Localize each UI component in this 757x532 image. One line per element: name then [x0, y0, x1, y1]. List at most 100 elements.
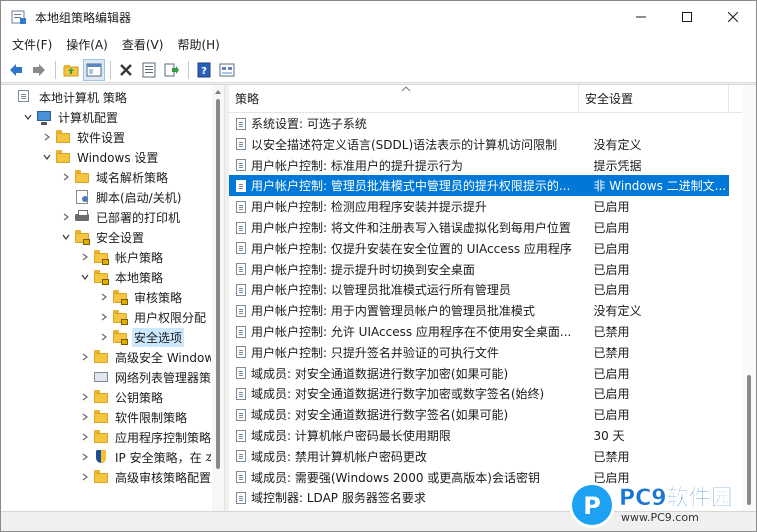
- policy-row[interactable]: 系统设置: 可选子系统: [229, 113, 729, 134]
- policy-setting: 已禁用: [593, 345, 630, 360]
- tree-item[interactable]: 域名解析策略: [1, 167, 211, 187]
- policy-row[interactable]: 用户帐户控制: 管理员批准模式中管理员的提升权限提示的... 非 Windows …: [229, 175, 729, 197]
- menu-file[interactable]: 文件(F): [5, 34, 59, 56]
- policy-row[interactable]: 以安全描述符定义语言(SDDL)语法表示的计算机访问限制 没有定义: [229, 134, 729, 155]
- menu-help[interactable]: 帮助(H): [170, 34, 226, 56]
- maximize-button[interactable]: [664, 1, 710, 33]
- chevron-right-icon[interactable]: [41, 131, 53, 143]
- chevron-right-icon[interactable]: [79, 351, 91, 363]
- chevron-down-icon[interactable]: [60, 231, 72, 243]
- policy-item-icon: [235, 449, 248, 463]
- tree-scroll-thumb[interactable]: [216, 99, 220, 469]
- policy-setting: 已禁用: [593, 325, 630, 339]
- view-button[interactable]: [216, 59, 238, 81]
- tree-item[interactable]: 脚本(启动/关机): [1, 187, 211, 207]
- folder-icon: [93, 429, 109, 445]
- menu-view[interactable]: 查看(V): [115, 34, 171, 56]
- tree-item[interactable]: 用户权限分配: [1, 307, 211, 327]
- policy-name: 以安全描述符定义语言(SDDL)语法表示的计算机访问限制: [251, 137, 558, 152]
- tree-item[interactable]: 安全设置: [1, 227, 211, 247]
- forward-button[interactable]: [28, 59, 50, 81]
- policy-row[interactable]: 用户帐户控制: 将文件和注册表写入错误虚拟化到每用户位置 已启用: [229, 217, 729, 238]
- column-header-setting[interactable]: 安全设置: [579, 85, 729, 112]
- policy-row[interactable]: 用户帐户控制: 只提升签名并验证的可执行文件 已禁用: [229, 342, 729, 363]
- maximize-icon: [682, 12, 692, 22]
- tree-item[interactable]: 帐户策略: [1, 247, 211, 267]
- policy-setting: 已启用: [593, 221, 630, 235]
- tree-item[interactable]: 高级安全 Window: [1, 347, 211, 367]
- policy-item-icon: [235, 137, 248, 151]
- tree-item[interactable]: 高级审核策略配置: [1, 467, 211, 487]
- chevron-right-icon[interactable]: [98, 331, 110, 343]
- chevron-right-icon[interactable]: [79, 471, 91, 483]
- help-button[interactable]: ?: [193, 59, 215, 81]
- tree-item[interactable]: Windows 设置: [1, 147, 211, 167]
- properties-button[interactable]: [138, 59, 160, 81]
- chevron-right-icon[interactable]: [60, 171, 72, 183]
- policy-setting: 没有定义: [593, 137, 642, 152]
- chevron-right-icon[interactable]: [79, 391, 91, 403]
- ip-security-icon: [93, 449, 109, 465]
- policy-name: 用户帐户控制: 允许 UIAccess 应用程序在不使用安全桌面...: [251, 325, 572, 339]
- show-tree-button[interactable]: [83, 58, 105, 81]
- policy-row[interactable]: 用户帐户控制: 检测应用程序安装并提示提升 已启用: [229, 196, 729, 217]
- tree-item[interactable]: 软件设置: [1, 127, 211, 147]
- delete-button[interactable]: [115, 59, 137, 81]
- chevron-right-icon[interactable]: [98, 311, 110, 323]
- policy-row[interactable]: 用户帐户控制: 仅提升安装在安全位置的 UIAccess 应用程序 已启用: [229, 238, 729, 259]
- policy-row[interactable]: 用户帐户控制: 提示提升时切换到安全桌面 已启用: [229, 259, 729, 280]
- menu-action[interactable]: 操作(A): [59, 34, 115, 56]
- chevron-right-icon[interactable]: [98, 291, 110, 303]
- tree-item-label: 帐户策略: [115, 250, 164, 265]
- tree-item[interactable]: 应用程序控制策略: [1, 427, 211, 447]
- tree-item[interactable]: 安全选项: [1, 327, 211, 347]
- tree-item[interactable]: IP 安全策略，在 本: [1, 447, 211, 467]
- list-scrollbar[interactable]: [742, 85, 756, 512]
- policy-row[interactable]: 域成员: 对安全通道数据进行数字加密(如果可能) 已启用: [229, 363, 729, 384]
- policy-row[interactable]: 用户帐户控制: 用于内置管理员帐户的管理员批准模式 没有定义: [229, 300, 729, 321]
- policy-row[interactable]: 域成员: 对安全通道数据进行数字签名(如果可能) 已启用: [229, 404, 729, 425]
- policy-row[interactable]: 用户帐户控制: 标准用户的提升提示行为 提示凭据: [229, 155, 729, 176]
- tree-item[interactable]: 本地策略: [1, 267, 211, 287]
- up-folder-icon: [63, 64, 79, 76]
- chevron-right-icon[interactable]: [79, 411, 91, 423]
- chevron-right-icon[interactable]: [60, 211, 72, 223]
- policy-row[interactable]: 用户帐户控制: 允许 UIAccess 应用程序在不使用安全桌面... 已禁用: [229, 321, 729, 342]
- back-button[interactable]: [5, 59, 27, 81]
- tree-item[interactable]: 计算机配置: [1, 107, 211, 127]
- close-button[interactable]: [710, 1, 756, 33]
- export-button[interactable]: [161, 59, 183, 81]
- policy-row[interactable]: 用户帐户控制: 以管理员批准模式运行所有管理员 已启用: [229, 279, 729, 300]
- tree-item[interactable]: 已部署的打印机: [1, 207, 211, 227]
- policy-item-icon: [235, 200, 248, 214]
- column-header-policy[interactable]: 策略: [229, 85, 579, 112]
- policy-row[interactable]: 域成员: 对安全通道数据进行数字加密或数字签名(始终) 已启用: [229, 383, 729, 404]
- minimize-button[interactable]: [618, 1, 664, 33]
- folder-icon: [93, 409, 109, 425]
- policy-row[interactable]: 域成员: 计算机帐户密码最长使用期限 30 天: [229, 425, 729, 446]
- policy-name: 用户帐户控制: 标准用户的提升提示行为: [251, 158, 463, 173]
- tree-item[interactable]: 公钥策略: [1, 387, 211, 407]
- chevron-down-icon[interactable]: [22, 111, 34, 123]
- column-header-policy-label: 策略: [235, 92, 260, 106]
- policy-item-icon: [235, 117, 248, 131]
- tree-item[interactable]: 软件限制策略: [1, 407, 211, 427]
- menu-bar: 文件(F) 操作(A) 查看(V) 帮助(H): [1, 33, 756, 57]
- view-icon: [219, 63, 235, 76]
- tree-item[interactable]: 网络列表管理器策略: [1, 367, 211, 387]
- policy-item-icon: [235, 241, 248, 255]
- expander-placeholder: [3, 91, 15, 103]
- chevron-down-icon[interactable]: [41, 151, 53, 163]
- tree-pane[interactable]: 本地计算机 策略 计算机配置 软件设置 Windows 设置 域名解析策略 脚本(启动/关…: [1, 85, 224, 512]
- chevron-right-icon[interactable]: [79, 451, 91, 463]
- tree-item[interactable]: 本地计算机 策略: [1, 87, 211, 107]
- policy-row[interactable]: 域成员: 禁用计算机帐户密码更改 已禁用: [229, 446, 729, 467]
- chevron-right-icon[interactable]: [79, 251, 91, 263]
- chevron-down-icon[interactable]: [79, 271, 91, 283]
- tree-scrollbar[interactable]: [212, 85, 224, 512]
- policy-list-pane[interactable]: 策略 安全设置 系统设置: 可选子系统 以安全描述符定义语言(SDDL)语法表示的…: [229, 85, 756, 512]
- printer-icon: [74, 209, 90, 225]
- chevron-right-icon[interactable]: [79, 431, 91, 443]
- tree-item[interactable]: 审核策略: [1, 287, 211, 307]
- up-folder-button[interactable]: [60, 59, 82, 81]
